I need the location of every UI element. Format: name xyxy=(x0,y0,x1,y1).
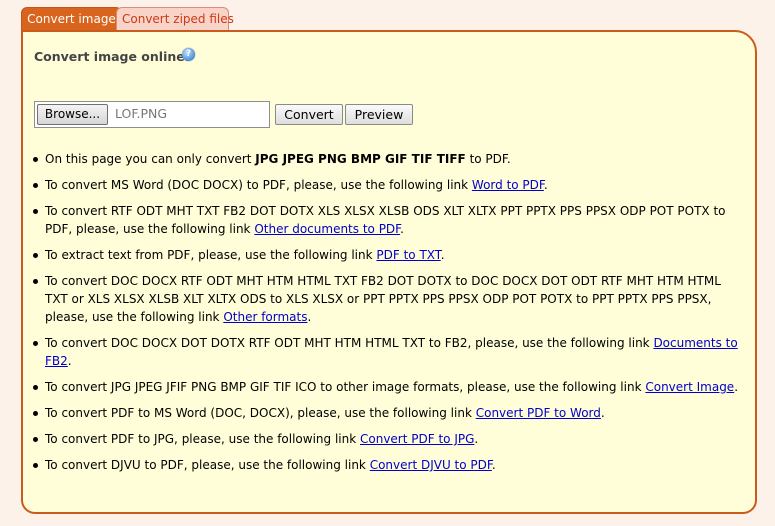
converter-panel: Convert image online: ? Browse... LOF.PN… xyxy=(21,30,757,514)
list-item: To convert DOC DOCX RTF ODT MHT HTM HTML… xyxy=(33,272,745,326)
link-convert-image[interactable]: Convert Image xyxy=(645,380,734,394)
tab-convert-zipped-files[interactable]: Convert ziped files xyxy=(116,7,234,30)
info-list: On this page you can only convert JPG JP… xyxy=(23,150,745,482)
preview-button[interactable]: Preview xyxy=(345,104,413,125)
tab-convert-image[interactable]: Convert image xyxy=(21,7,122,30)
convert-button[interactable]: Convert xyxy=(275,104,343,125)
link-other-documents-to-pdf[interactable]: Other documents to PDF xyxy=(254,222,400,236)
file-input[interactable]: Browse... LOF.PNG xyxy=(34,101,270,128)
list-item: To convert PDF to JPG, please, use the f… xyxy=(33,430,745,448)
list-item: To convert RTF ODT MHT TXT FB2 DOT DOTX … xyxy=(33,202,745,238)
list-item: On this page you can only convert JPG JP… xyxy=(33,150,745,168)
list-item: To convert DOC DOCX DOT DOTX RTF ODT MHT… xyxy=(33,334,745,370)
question-icon[interactable]: ? xyxy=(182,48,195,61)
list-item: To extract text from PDF, please, use th… xyxy=(33,246,745,264)
link-convert-djvu-to-pdf[interactable]: Convert DJVU to PDF xyxy=(370,458,492,472)
list-item: To convert MS Word (DOC DOCX) to PDF, pl… xyxy=(33,176,745,194)
browse-button[interactable]: Browse... xyxy=(37,104,108,125)
link-convert-pdf-to-jpg[interactable]: Convert PDF to JPG xyxy=(360,432,474,446)
list-item: To convert PDF to MS Word (DOC, DOCX), p… xyxy=(33,404,745,422)
link-pdf-to-txt[interactable]: PDF to TXT xyxy=(376,248,440,262)
page-title: Convert image online: xyxy=(34,49,190,64)
link-word-to-pdf[interactable]: Word to PDF xyxy=(472,178,544,192)
link-other-formats[interactable]: Other formats xyxy=(223,310,307,324)
link-convert-pdf-to-word[interactable]: Convert PDF to Word xyxy=(476,406,601,420)
list-item: To convert DJVU to PDF, please, use the … xyxy=(33,456,745,474)
list-item: To convert JPG JPEG JFIF PNG BMP GIF TIF… xyxy=(33,378,745,396)
selected-file-name: LOF.PNG xyxy=(115,106,168,121)
